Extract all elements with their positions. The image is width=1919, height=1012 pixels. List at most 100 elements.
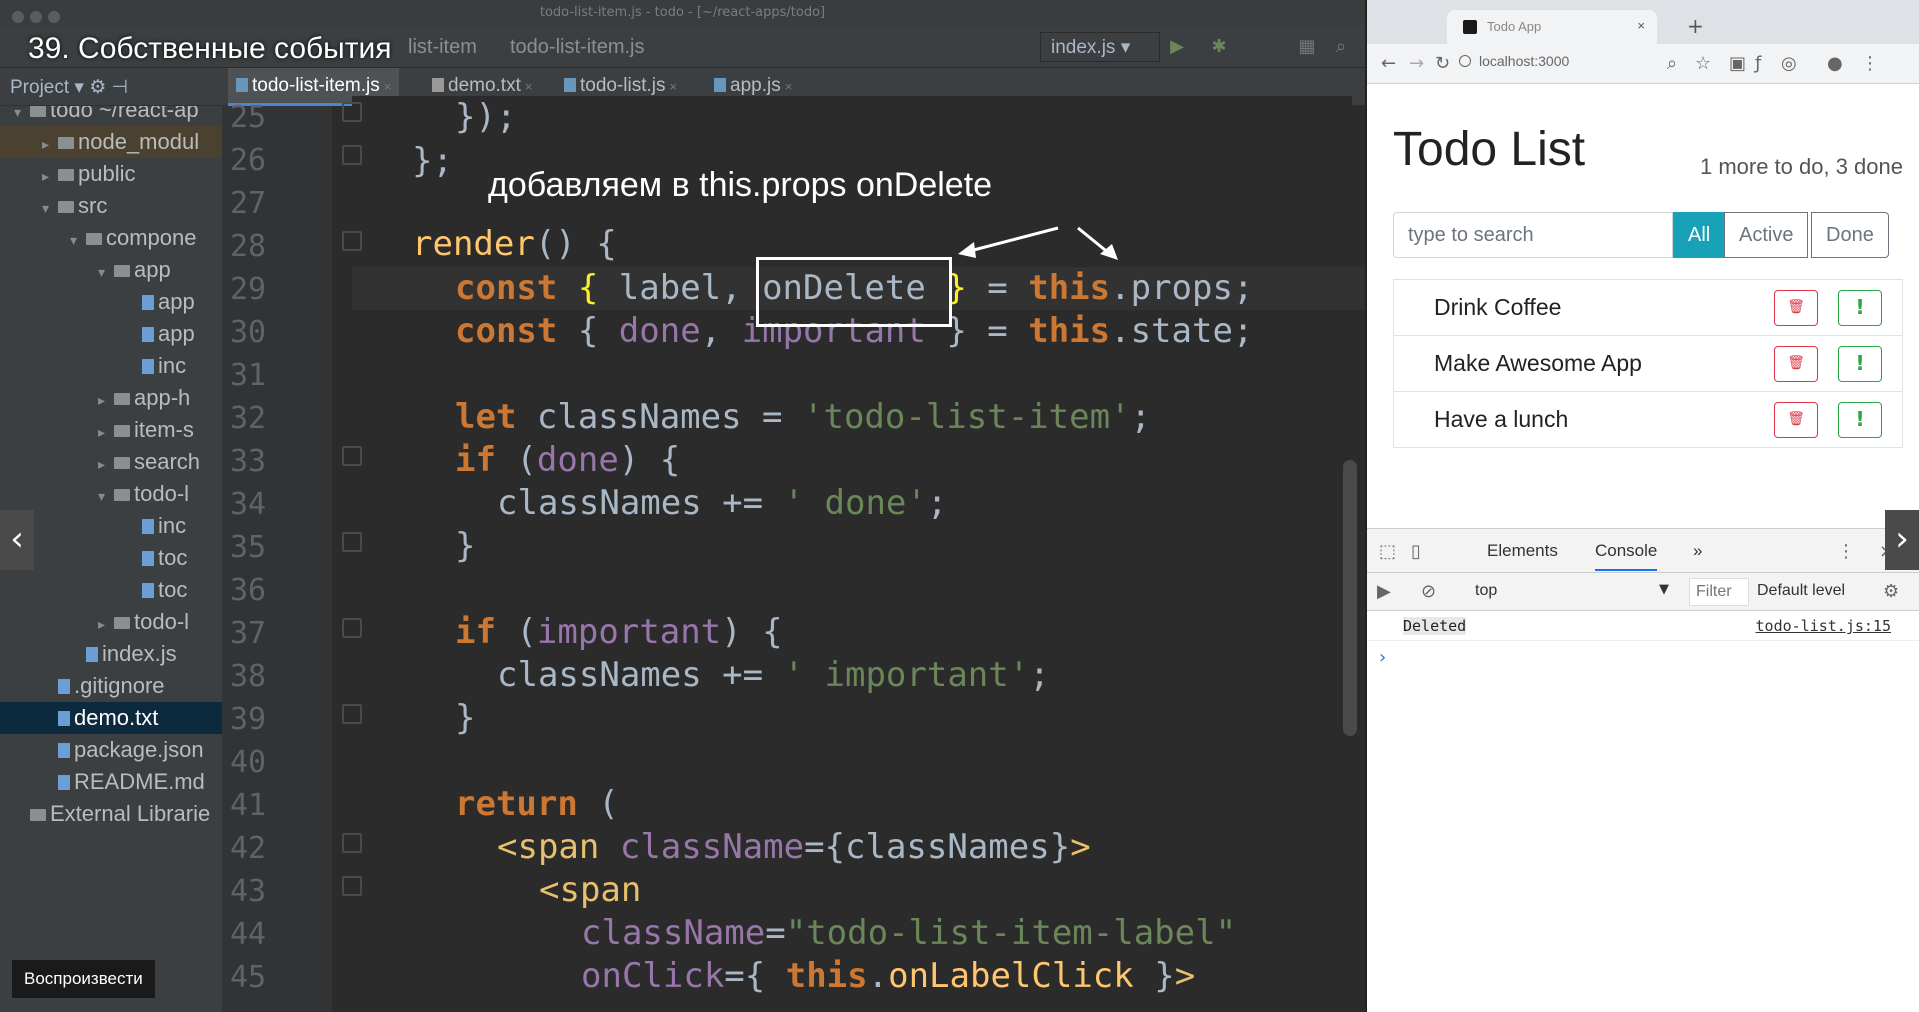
run-icon[interactable]: ▶ bbox=[1166, 36, 1188, 58]
tree-item[interactable]: ▸ app-h bbox=[0, 382, 222, 414]
chevron-down-icon[interactable]: ▾ bbox=[14, 106, 30, 126]
close-icon[interactable]: × bbox=[384, 79, 392, 94]
incognito-icon[interactable]: ◎ bbox=[1781, 53, 1797, 74]
chevron-down-icon[interactable]: ▾ bbox=[98, 256, 114, 286]
tree-item[interactable]: ▾ src bbox=[0, 190, 222, 222]
filter-active-button[interactable]: Active bbox=[1724, 212, 1809, 258]
prev-arrow-icon[interactable]: ‹ bbox=[0, 510, 34, 570]
info-icon[interactable] bbox=[1459, 55, 1471, 67]
breadcrumb-file[interactable]: todo-list-item.js bbox=[510, 36, 644, 59]
fold-marker-icon[interactable] bbox=[342, 876, 362, 896]
tree-item[interactable]: ▸ node_modul bbox=[0, 126, 222, 158]
run-config-select[interactable]: index.js ▾ bbox=[1040, 32, 1160, 62]
chevron-right-icon[interactable]: ▸ bbox=[98, 384, 114, 414]
delete-button[interactable]: 🗑 bbox=[1774, 290, 1818, 326]
inspect-element-icon[interactable]: ⬚ bbox=[1379, 541, 1396, 562]
chevron-down-icon[interactable]: ▾ bbox=[42, 192, 58, 222]
chevron-right-icon[interactable]: ▸ bbox=[98, 416, 114, 446]
chevron-right-icon[interactable]: ▸ bbox=[98, 608, 114, 638]
chevron-down-icon[interactable]: ▾ bbox=[70, 224, 86, 254]
log-source-link[interactable]: todo-list.js:15 bbox=[1756, 617, 1891, 635]
tree-item[interactable]: inc bbox=[0, 350, 222, 382]
todo-item-label[interactable]: Have a lunch bbox=[1434, 406, 1568, 433]
filter-all-button[interactable]: All bbox=[1673, 212, 1726, 258]
tree-item[interactable]: demo.txt bbox=[0, 702, 222, 734]
layout-icon[interactable]: ▦ bbox=[1296, 36, 1318, 58]
formula-extension-icon[interactable]: ƒ bbox=[1755, 53, 1761, 74]
tab-console[interactable]: Console bbox=[1595, 541, 1658, 571]
chevron-right-icon[interactable]: ▸ bbox=[42, 160, 58, 190]
device-toolbar-icon[interactable]: ▯ bbox=[1411, 541, 1421, 562]
extension-icon[interactable]: ▣ bbox=[1729, 53, 1746, 74]
close-tab-icon[interactable]: × bbox=[1637, 18, 1645, 33]
close-icon[interactable]: × bbox=[785, 79, 793, 94]
console-prompt[interactable]: › bbox=[1379, 647, 1386, 668]
chevron-right-icon[interactable]: ▸ bbox=[98, 448, 114, 478]
fold-marker-icon[interactable] bbox=[342, 532, 362, 552]
tree-item[interactable]: ▸ item-s bbox=[0, 414, 222, 446]
fold-marker-icon[interactable] bbox=[342, 446, 362, 466]
next-arrow-icon[interactable]: › bbox=[1885, 510, 1919, 570]
tree-item[interactable]: ▸ todo-l bbox=[0, 606, 222, 638]
more-tabs-button[interactable]: » bbox=[1693, 541, 1702, 561]
sidebar-toggle-icon[interactable]: ▶ bbox=[1377, 581, 1391, 602]
tree-item[interactable]: app bbox=[0, 286, 222, 318]
important-button[interactable]: ! bbox=[1838, 346, 1882, 382]
tree-item[interactable]: External Librarie bbox=[0, 798, 222, 830]
tree-item[interactable]: ▾ compone bbox=[0, 222, 222, 254]
fold-marker-icon[interactable] bbox=[342, 618, 362, 638]
tree-item[interactable]: ▸ public bbox=[0, 158, 222, 190]
console-filter-input[interactable] bbox=[1689, 578, 1749, 606]
gear-icon[interactable]: ⚙ bbox=[1883, 581, 1899, 602]
fold-marker-icon[interactable] bbox=[342, 231, 362, 251]
debug-icon[interactable]: ✱ bbox=[1208, 36, 1230, 58]
important-button[interactable]: ! bbox=[1838, 290, 1882, 326]
tree-item[interactable]: ▸ search bbox=[0, 446, 222, 478]
chevron-down-icon[interactable]: ▾ bbox=[98, 480, 114, 510]
important-button[interactable]: ! bbox=[1838, 402, 1882, 438]
close-icon[interactable]: × bbox=[525, 79, 533, 94]
todo-item-label[interactable]: Make Awesome App bbox=[1434, 350, 1642, 377]
forward-icon[interactable]: → bbox=[1409, 53, 1424, 74]
todo-item-label[interactable]: Drink Coffee bbox=[1434, 294, 1561, 321]
chevron-down-icon[interactable]: ▼ bbox=[1659, 582, 1669, 597]
tree-item[interactable]: package.json bbox=[0, 734, 222, 766]
editor-scrollbar[interactable] bbox=[1343, 460, 1357, 736]
bookmark-star-icon[interactable]: ☆ bbox=[1695, 53, 1711, 74]
menu-icon[interactable]: ⋮ bbox=[1861, 53, 1879, 74]
play-button[interactable]: Воспроизвести bbox=[12, 960, 155, 998]
close-icon[interactable]: × bbox=[670, 79, 678, 94]
filter-done-button[interactable]: Done bbox=[1811, 212, 1889, 258]
tree-item[interactable]: ▾ todo-l bbox=[0, 478, 222, 510]
log-level-select[interactable]: Default level bbox=[1757, 582, 1845, 600]
clear-console-icon[interactable]: ⊘ bbox=[1421, 581, 1436, 602]
delete-button[interactable]: 🗑 bbox=[1774, 402, 1818, 438]
fold-marker-icon[interactable] bbox=[342, 145, 362, 165]
devtools-menu-icon[interactable]: ⋮ bbox=[1837, 541, 1855, 562]
search-input[interactable] bbox=[1393, 212, 1673, 258]
project-view-select[interactable]: Project ▾ ⚙ ⊣ bbox=[10, 76, 128, 99]
context-select[interactable]: top bbox=[1475, 582, 1497, 600]
new-tab-icon[interactable]: + bbox=[1687, 14, 1704, 38]
tree-item[interactable]: .gitignore bbox=[0, 670, 222, 702]
tree-item[interactable]: app bbox=[0, 318, 222, 350]
reload-icon[interactable]: ↻ bbox=[1435, 53, 1450, 74]
tree-item[interactable]: ▾ todo ~/react-ap bbox=[0, 106, 222, 126]
fold-marker-icon[interactable] bbox=[342, 833, 362, 853]
breadcrumb-folder[interactable]: list-item bbox=[408, 36, 477, 59]
fold-marker-icon[interactable] bbox=[342, 102, 362, 122]
browser-tab[interactable]: Todo App × bbox=[1447, 10, 1657, 44]
tree-item[interactable]: ▾ app bbox=[0, 254, 222, 286]
tree-item[interactable]: README.md bbox=[0, 766, 222, 798]
chevron-right-icon[interactable]: ▸ bbox=[42, 128, 58, 158]
back-icon[interactable]: ← bbox=[1381, 53, 1396, 74]
zoom-icon[interactable]: ⌕ bbox=[1667, 53, 1677, 74]
tree-item[interactable]: index.js bbox=[0, 638, 222, 670]
fold-marker-icon[interactable] bbox=[342, 704, 362, 724]
delete-button[interactable]: 🗑 bbox=[1774, 346, 1818, 382]
profile-avatar-icon[interactable]: ● bbox=[1827, 53, 1843, 74]
tree-item[interactable]: toc bbox=[0, 574, 222, 606]
search-icon[interactable]: ⌕ bbox=[1330, 36, 1352, 58]
tab-elements[interactable]: Elements bbox=[1487, 541, 1558, 561]
url-field[interactable]: localhost:3000 bbox=[1479, 53, 1569, 69]
